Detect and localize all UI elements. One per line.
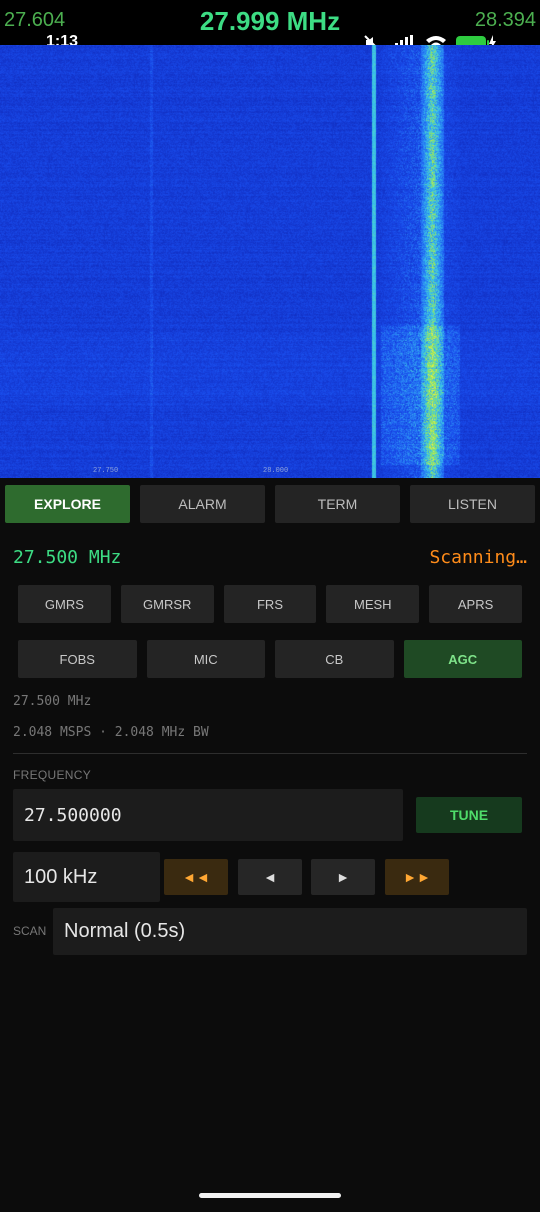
scan-speed-select[interactable]: Normal (0.5s): [53, 908, 527, 955]
tuned-frequency-info: 27.500 MHz: [13, 694, 92, 709]
home-indicator[interactable]: [199, 1193, 341, 1198]
span-end-frequency: 28.394: [474, 9, 536, 31]
frequency-header: 27.604 27.999 MHz 28.394 1:13: [0, 0, 540, 51]
preset-mic-button[interactable]: MIC: [146, 640, 265, 678]
center-frequency: 27.999 MHz: [199, 6, 341, 36]
preset-row-2: FOBS MIC CB AGC: [18, 640, 522, 678]
step-forward-button[interactable]: ►: [311, 859, 375, 895]
tab-term[interactable]: TERM: [275, 485, 400, 523]
preset-cb-button[interactable]: CB: [275, 640, 394, 678]
scan-label: SCAN: [13, 924, 47, 938]
preset-aprs-button[interactable]: APRS: [429, 585, 522, 623]
tab-explore[interactable]: EXPLORE: [5, 485, 130, 523]
waterfall-tick-label: 28.000: [263, 467, 289, 475]
step-fast-forward-button[interactable]: ►►: [385, 859, 449, 895]
step-size-select[interactable]: 100 kHz: [13, 852, 160, 902]
frequency-label: FREQUENCY: [13, 768, 92, 782]
sample-rate-info: 2.048 MSPS · 2.048 MHz BW: [13, 725, 209, 740]
current-frequency: 27.500 MHz: [13, 547, 122, 568]
waterfall-tick-label: 27.750: [93, 467, 119, 475]
tune-button[interactable]: TUNE: [416, 797, 522, 833]
preset-gmrs-button[interactable]: GMRS: [18, 585, 111, 623]
tab-listen[interactable]: LISTEN: [410, 485, 535, 523]
preset-frs-button[interactable]: FRS: [223, 585, 317, 623]
preset-row-1: GMRS GMRSR FRS MESH APRS: [18, 585, 522, 623]
preset-fobs-button[interactable]: FOBS: [18, 640, 137, 678]
preset-gmrsr-button[interactable]: GMRSR: [120, 585, 214, 623]
agc-toggle-button[interactable]: AGC: [403, 640, 522, 678]
tab-alarm[interactable]: ALARM: [140, 485, 265, 523]
frequency-input[interactable]: [13, 789, 403, 841]
preset-mesh-button[interactable]: MESH: [326, 585, 420, 623]
step-fast-back-button[interactable]: ◄◄: [164, 859, 228, 895]
divider: [13, 753, 527, 754]
step-back-button[interactable]: ◄: [238, 859, 302, 895]
scan-status: Scanning…: [429, 547, 527, 568]
spectrum-waterfall[interactable]: [0, 45, 540, 478]
mode-tabs: EXPLORE ALARM TERM LISTEN: [5, 485, 535, 523]
